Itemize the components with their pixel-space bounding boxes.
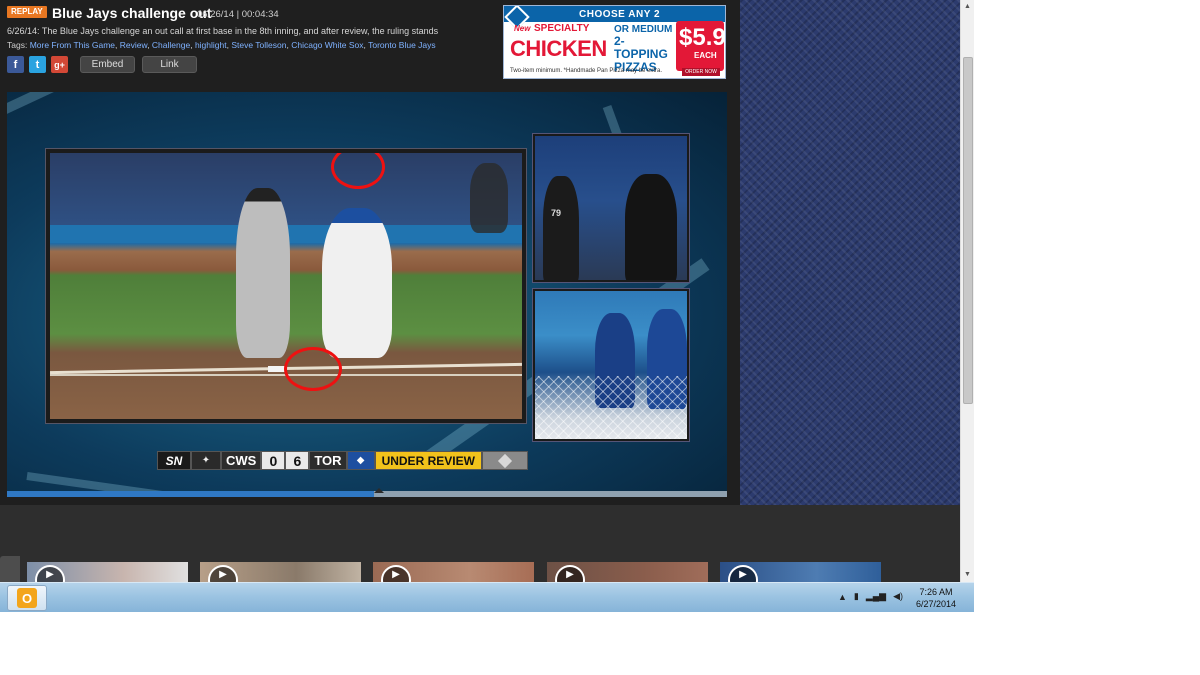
show-hidden-icons-icon[interactable]: ▲ [838, 592, 847, 602]
bases-diamond-icon [481, 451, 528, 470]
umpire-figure [470, 163, 508, 233]
video-player[interactable]: 79 SN ✦ CWS 0 6 TOR ◆ UNDER REVIEW [7, 92, 727, 497]
share-bar: f t g+ Embed Link [7, 56, 197, 73]
ad-fine-print: Two-item minimum. *Handmade Pan Pizza ma… [510, 68, 663, 74]
windows-taskbar: O ▲ ▮ ▂▄▆ ◀) 7:26 AM 6/27/2014 [0, 582, 974, 612]
tag-link[interactable]: Challenge [152, 40, 190, 50]
ad-order-now-button[interactable]: ORDER NOW [682, 68, 720, 76]
google-plus-icon[interactable]: g+ [51, 56, 68, 73]
play-icon: ▶ [381, 565, 411, 582]
volume-icon[interactable]: ◀) [893, 591, 903, 602]
play-icon: ▶ [208, 565, 238, 582]
background-streak [7, 92, 350, 132]
ad-new-label: New [514, 24, 531, 33]
away-score: 0 [261, 451, 286, 470]
screen: REPLAY Blue Jays challenge out 06/26/14 … [0, 0, 1200, 675]
play-icon: ▶ [555, 565, 585, 582]
replay-badge: REPLAY [7, 6, 47, 18]
progress-marker-icon[interactable] [374, 488, 384, 493]
video-title: Blue Jays challenge out [52, 5, 212, 21]
tag-link[interactable]: highlight [195, 40, 227, 50]
video-date-duration: 06/26/14 | 00:04:34 [197, 9, 279, 20]
ad-price-box: $5.99 EACH [676, 21, 726, 71]
progress-bar-fill [7, 491, 375, 497]
network-logo: SN [157, 451, 191, 470]
away-team: CWS [221, 451, 262, 470]
system-tray: ▲ ▮ ▂▄▆ ◀) [838, 591, 903, 602]
ad-headline: CHOOSE ANY 2 [579, 9, 661, 20]
home-team: TOR [309, 451, 347, 470]
play-icon: ▶ [728, 565, 758, 582]
white-sox-logo-icon: ✦ [191, 451, 221, 470]
video-description: 6/26/14: The Blue Jays challenge an out … [7, 26, 439, 36]
red-circle-annotation-glove [331, 153, 385, 189]
tag-link[interactable]: Chicago White Sox [291, 40, 363, 50]
tags-row: Tags: More From This Game, Review, Chall… [7, 40, 436, 50]
tag-link[interactable]: Steve Tolleson [231, 40, 286, 50]
red-circle-annotation-foot [284, 347, 342, 391]
facebook-icon[interactable]: f [7, 56, 24, 73]
progress-bar[interactable] [7, 491, 727, 497]
ad-price: $5.99 [679, 24, 726, 51]
video-column: REPLAY Blue Jays challenge out 06/26/14 … [0, 0, 740, 505]
video-thumbnail[interactable]: ▶ [720, 562, 881, 582]
ad-chicken: CHICKEN [510, 36, 607, 61]
clock-date: 6/27/2014 [915, 599, 957, 609]
home-score: 6 [285, 451, 310, 470]
scroll-up-arrow-icon[interactable]: ▲ [964, 3, 971, 10]
dominos-ad-banner[interactable]: CHOOSE ANY 2 New SPECIALTY CHICKEN OR ME… [503, 5, 726, 79]
ad-specialty: SPECIALTY [534, 23, 590, 34]
link-button[interactable]: Link [142, 56, 197, 73]
tag-link[interactable]: Toronto Blue Jays [368, 40, 436, 50]
network-signal-icon[interactable]: ▂▄▆ [866, 591, 886, 602]
tags-label: Tags: [7, 40, 28, 50]
scroll-down-arrow-icon[interactable]: ▼ [964, 571, 971, 578]
scrollbar-thumb[interactable] [963, 57, 973, 404]
umpire-figure [625, 174, 677, 280]
runner-figure [322, 208, 392, 358]
umpires-review-feed: 79 [533, 134, 689, 282]
ad-each: EACH [694, 51, 717, 60]
video-thumbnail[interactable]: ▶ [200, 562, 361, 582]
twitter-icon[interactable]: t [29, 56, 46, 73]
tag-link[interactable]: Review [120, 40, 147, 50]
blue-jays-logo-icon: ◆ [346, 451, 375, 470]
under-review-badge: UNDER REVIEW [374, 451, 482, 470]
web-page: REPLAY Blue Jays challenge out 06/26/14 … [0, 0, 960, 582]
dugout-net [535, 376, 687, 439]
video-thumbnail[interactable]: ▶ [547, 562, 708, 582]
tag-link[interactable]: More From This Game [30, 40, 115, 50]
video-thumbnail[interactable]: ▶ [373, 562, 534, 582]
background-pattern [740, 0, 960, 505]
outlook-icon: O [17, 588, 37, 608]
play-icon: ▶ [35, 565, 65, 582]
video-thumbnail[interactable]: ▶ [27, 562, 188, 582]
replay-main-feed [46, 149, 526, 423]
scorebug: SN ✦ CWS 0 6 TOR ◆ UNDER REVIEW [157, 451, 528, 470]
system-clock[interactable]: 7:26 AM 6/27/2014 [908, 586, 964, 610]
first-baseman-figure [236, 188, 290, 358]
carousel-prev-button[interactable] [0, 556, 20, 582]
clock-time: 7:26 AM [919, 587, 953, 597]
umpire-number: 79 [551, 208, 562, 218]
outlook-taskbar-button[interactable]: O [7, 585, 47, 611]
vertical-scrollbar[interactable]: ▲ ▼ [960, 0, 974, 582]
dugout-feed [533, 289, 689, 441]
embed-button[interactable]: Embed [80, 56, 135, 73]
umpire-figure [543, 176, 579, 280]
power-icon[interactable]: ▮ [854, 591, 859, 602]
